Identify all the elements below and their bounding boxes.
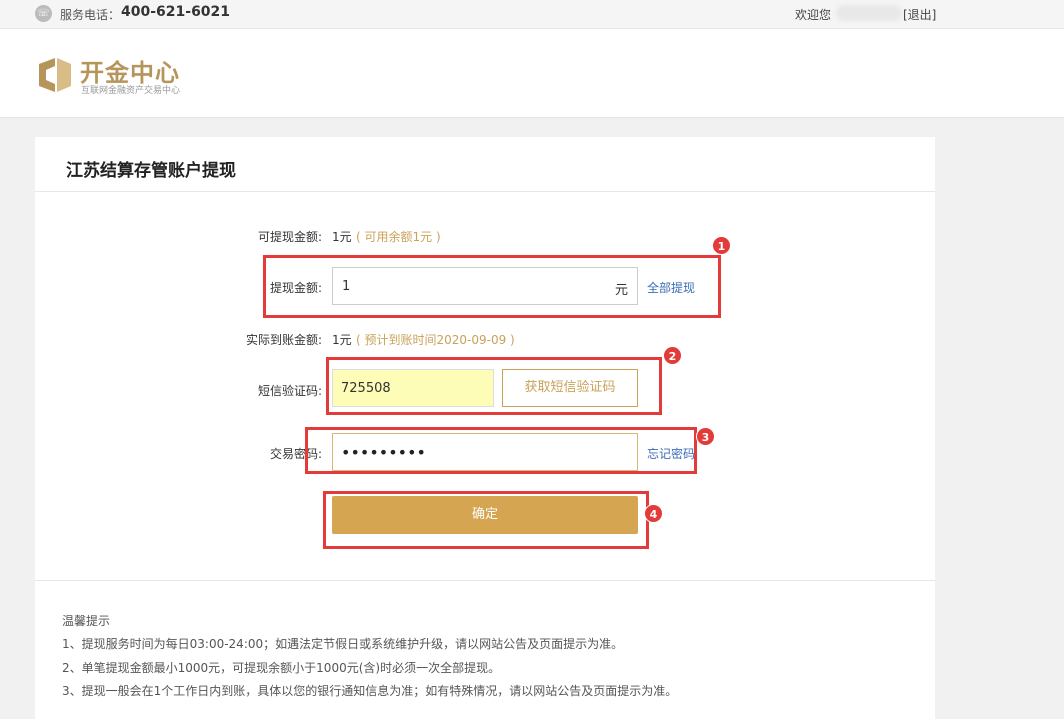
annotation-box-1 [263,255,721,318]
actual-amount-value: 1元 [332,333,352,347]
tip-item: 3、提现一般会在1个工作日内到账，具体以您的银行通知信息为准；如有特殊情况，请以… [62,684,678,698]
site-header: 开金中心 互联网金融资产交易中心 [0,29,1064,118]
logo-subtitle: 互联网金融资产交易中心 [81,86,181,96]
annotation-box-4 [323,491,649,549]
service-phone-label: 服务电话： [60,8,121,22]
welcome-text: 欢迎您 [795,8,832,22]
logo-icon[interactable] [35,56,73,94]
actual-amount-label: 实际到账金额: [245,333,322,347]
tip-item: 1、提现服务时间为每日03:00-24:00；如遇法定节假日或系统维护升级，请以… [62,637,624,651]
username-redacted [836,5,902,21]
trade-password-label: 交易密码: [269,447,322,461]
annotation-box-3 [305,427,697,474]
service-phone-number: 400-621-6021 [121,4,231,20]
divider [35,580,935,581]
top-bar: ☏ 服务电话： 400-621-6021 欢迎您 [退出] [0,0,1064,29]
expected-arrival-note: ( 预计到账时间2020-09-09 ) [356,333,515,347]
annotation-badge-4: 4 [644,504,663,523]
available-balance-note: ( 可用余额1元 ) [356,230,441,244]
available-amount-label: 可提现金额: [257,230,322,244]
annotation-box-2 [326,357,662,415]
divider [35,191,935,192]
page-title: 江苏结算存管账户提现 [66,161,236,181]
annotation-badge-1: 1 [712,236,731,255]
tips-title: 温馨提示 [62,614,111,628]
logout-link[interactable]: [退出] [903,6,936,23]
available-amount-value: 1元 [332,230,352,244]
tip-item: 2、单笔提现金额最小1000元，可提现余额小于1000元(含)时必须一次全部提现… [62,661,501,675]
phone-icon: ☏ [35,5,52,22]
annotation-badge-2: 2 [663,346,682,365]
withdraw-card: 江苏结算存管账户提现 可提现金额: 1元 ( 可用余额1元 ) 提现金额: 1 … [35,137,935,719]
annotation-badge-3: 3 [696,427,715,446]
sms-code-label: 短信验证码: [257,384,322,398]
